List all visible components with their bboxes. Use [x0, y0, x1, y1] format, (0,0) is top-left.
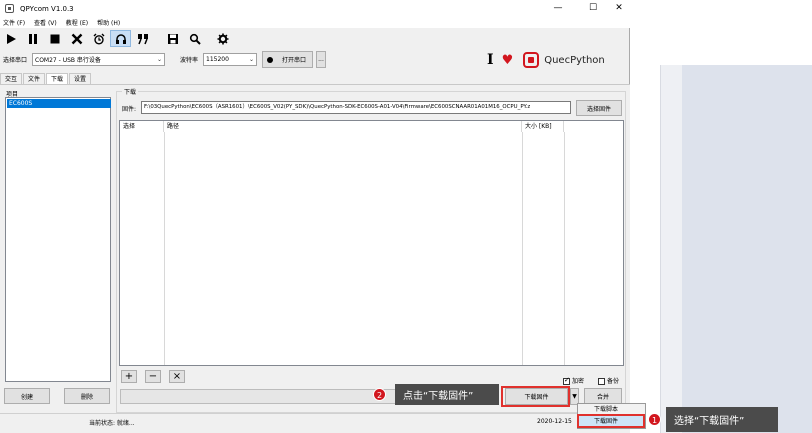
annotation-text: 点击“下载固件” — [403, 391, 474, 402]
baud-value: 115200 — [206, 56, 229, 63]
status-text: 当前状态: 就绪... — [89, 420, 135, 427]
backup-label: 备份 — [607, 378, 620, 385]
quecpython-logo-icon — [523, 52, 540, 68]
tab-download[interactable]: 下载 — [46, 73, 69, 84]
firmware-label: 固件: — [122, 106, 137, 113]
annotation-badge-2: 2 — [373, 388, 386, 401]
tab-settings[interactable]: 设置 — [69, 73, 92, 84]
save-icon[interactable] — [162, 30, 183, 47]
heart-icon: ♥ — [501, 52, 514, 68]
choose-firmware-button[interactable]: 选择固件 — [576, 100, 622, 116]
tab-bar: 交互 文件 下载 设置 — [0, 73, 92, 84]
text-cursor-icon: I — [487, 52, 494, 68]
highlight-box — [577, 414, 645, 428]
stop-icon[interactable] — [44, 30, 65, 47]
brand-area: I ♥ QuecPython — [487, 49, 605, 71]
minimize-button[interactable]: — — [545, 0, 571, 17]
baud-label: 波特率 — [180, 57, 199, 64]
encrypt-checkbox[interactable]: 加密 — [563, 376, 584, 385]
app-icon — [5, 4, 14, 13]
column-size[interactable]: 大小 [KB] — [522, 121, 564, 132]
annotation-text: 选择“下载固件” — [674, 416, 745, 427]
headset-icon[interactable] — [110, 30, 131, 47]
chevron-down-icon: ⌄ — [156, 56, 162, 63]
open-port-button[interactable]: 打开串口 — [262, 51, 313, 68]
background-window-header — [630, 10, 812, 65]
toolbar — [0, 29, 630, 48]
annotation-callout-1: 选择“下载固件” — [666, 407, 778, 432]
status-date: 2020-12-15 — [537, 418, 572, 425]
project-list[interactable]: EC600S — [5, 97, 111, 382]
checkbox-unchecked-icon — [598, 378, 605, 385]
checkbox-checked-icon — [563, 376, 570, 385]
title-bar: QPYcom V1.0.3 — ☐ ✕ — [0, 0, 630, 17]
create-project-button[interactable]: 创建 — [4, 388, 50, 404]
tab-file[interactable]: 文件 — [23, 73, 46, 84]
chevron-down-icon: ⌄ — [248, 56, 254, 63]
open-port-label: 打开串口 — [282, 57, 307, 64]
pause-icon[interactable] — [22, 30, 43, 47]
menu-help[interactable]: 帮助 (H) — [97, 18, 120, 27]
project-item-ec600s[interactable]: EC600S — [7, 99, 111, 108]
firmware-table[interactable]: 选择 路径 大小 [KB] — [119, 120, 624, 366]
column-divider — [564, 132, 565, 365]
background-window-strip — [682, 10, 812, 433]
column-path[interactable]: 路径 — [164, 121, 522, 132]
alarm-icon[interactable] — [88, 30, 109, 47]
maximize-button[interactable]: ☐ — [580, 0, 606, 17]
clear-icon[interactable] — [66, 30, 87, 47]
delete-project-button[interactable]: 删除 — [64, 388, 110, 404]
highlight-box — [501, 386, 570, 407]
backup-checkbox[interactable]: 备份 — [598, 376, 619, 385]
clear-files-button[interactable]: × — [169, 370, 185, 383]
port-value: COM27 - USB 串行设备 — [35, 57, 101, 64]
port-select[interactable]: COM27 - USB 串行设备 ⌄ — [32, 53, 165, 66]
annotation-badge-1: 1 — [648, 413, 661, 426]
status-bar: 当前状态: 就绪... 2020-12-15 — [0, 413, 630, 433]
tab-interact[interactable]: 交互 — [0, 73, 23, 84]
menu-file[interactable]: 文件 (F) — [3, 18, 25, 27]
download-group-title: 下载 — [122, 87, 139, 96]
quote-icon[interactable] — [132, 30, 153, 47]
port-more-button[interactable]: ... — [316, 51, 326, 68]
menu-bar: 文件 (F) 查看 (V) 教程 (E) 帮助 (H) — [0, 17, 630, 28]
settings-icon[interactable] — [212, 30, 233, 47]
remove-file-button[interactable]: − — [145, 370, 161, 383]
record-dot-icon — [267, 56, 273, 63]
column-divider — [164, 132, 165, 365]
add-file-button[interactable]: + — [121, 370, 137, 383]
port-label: 选择串口 — [3, 57, 28, 64]
encrypt-label: 加密 — [572, 378, 585, 385]
find-icon[interactable] — [184, 30, 205, 47]
app-window: QPYcom V1.0.3 — ☐ ✕ 文件 (F) 查看 (V) 教程 (E)… — [0, 0, 630, 433]
annotation-callout-2: 点击“下载固件” — [395, 384, 499, 405]
column-select[interactable]: 选择 — [120, 121, 164, 132]
menu-view[interactable]: 查看 (V) — [34, 18, 57, 27]
baud-select[interactable]: 115200 ⌄ — [203, 53, 257, 66]
play-icon[interactable] — [0, 30, 21, 47]
close-button[interactable]: ✕ — [606, 0, 632, 17]
menu-tutorial[interactable]: 教程 (E) — [66, 18, 88, 27]
column-divider — [522, 132, 523, 365]
column-extra — [564, 121, 623, 132]
window-title: QPYcom V1.0.3 — [20, 4, 74, 13]
firmware-path-field[interactable]: F:\03QuecPython\EC600S（ASR1601）\EC600S_V… — [141, 101, 571, 114]
brand-name: QuecPython — [544, 54, 605, 66]
